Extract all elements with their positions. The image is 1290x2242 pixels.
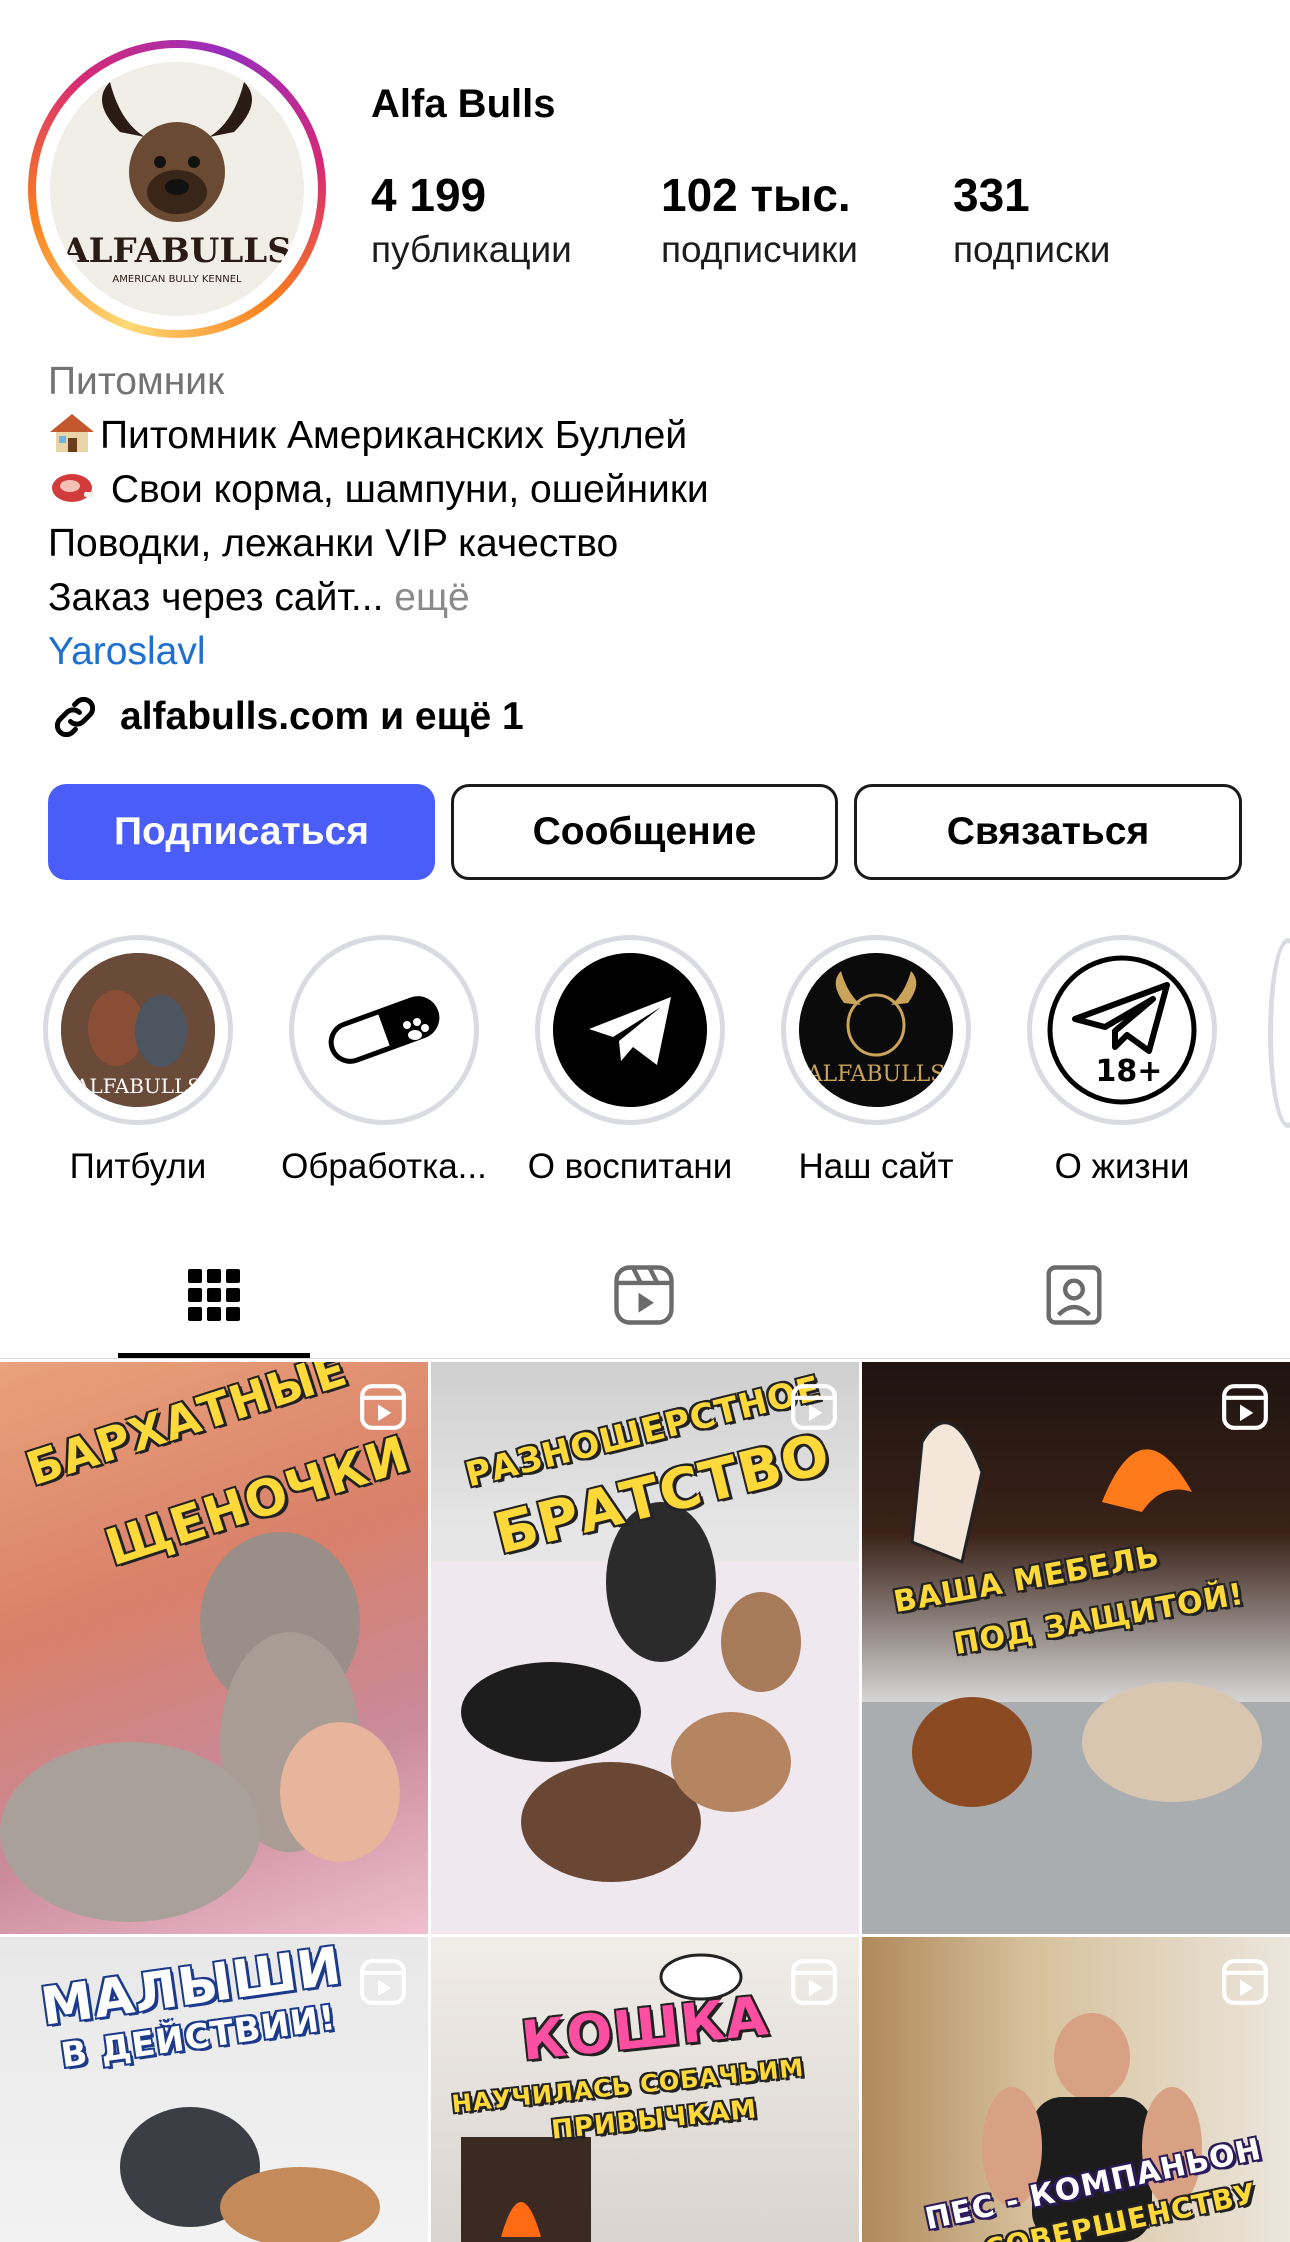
link-icon xyxy=(54,696,96,738)
message-button[interactable]: Сообщение xyxy=(451,784,838,880)
tab-divider xyxy=(0,1358,1290,1359)
contact-button[interactable]: Связаться xyxy=(854,784,1242,880)
grid-icon xyxy=(188,1269,240,1321)
telegram-18-icon: 18+ xyxy=(1047,955,1197,1105)
svg-text:ALFABULLS: ALFABULLS xyxy=(61,231,292,271)
profile-avatar[interactable]: ALFABULLS AMERICAN BULLY KENNEL xyxy=(28,40,326,338)
bio-line-4: Заказ через сайт... ещё xyxy=(48,576,470,619)
reel-icon xyxy=(360,1959,406,2005)
posts-count[interactable]: 4 199 публикации xyxy=(371,168,572,274)
reel-icon xyxy=(360,1384,406,1430)
following-count[interactable]: 331 подписки xyxy=(953,168,1110,274)
tab-tagged[interactable] xyxy=(1034,1255,1114,1335)
profile-bio: Питомник Питомник Американских Буллей Св… xyxy=(48,355,1248,679)
svg-text:AMERICAN BULLY KENNEL: AMERICAN BULLY KENNEL xyxy=(112,274,242,285)
highlight-upbringing[interactable]: О воспитани xyxy=(520,935,740,1187)
bio-line-2: Свои корма, шампуни, ошейники xyxy=(48,463,1248,517)
reel-icon xyxy=(1222,1384,1268,1430)
svg-text:ALFABULLS: ALFABULLS xyxy=(74,1074,201,1098)
highlight-pitbulls[interactable]: ALFABULLS Питбули xyxy=(28,935,248,1187)
house-icon xyxy=(50,414,94,452)
post-tile[interactable]: ПЕС - КОМПАНЬОН СОВЕРШЕНСТВУ xyxy=(862,1937,1290,2242)
reel-icon xyxy=(791,1384,837,1430)
profile-category: Питомник xyxy=(48,360,225,403)
highlight-partial[interactable] xyxy=(1268,938,1290,1128)
post-tile[interactable]: КОШКА НАУЧИЛАСЬ СОБАЧЬИМ ПРИВЫЧКАМ xyxy=(431,1937,859,2242)
meat-icon xyxy=(52,474,94,502)
highlight-website[interactable]: ALFABULLS Наш сайт xyxy=(766,935,986,1187)
reel-icon xyxy=(1222,1959,1268,2005)
logo: ALFABULLS xyxy=(799,953,953,1107)
post-tile[interactable]: МАЛЫШИ В ДЕЙСТВИИ! xyxy=(0,1937,428,2242)
highlight-treatment[interactable]: Обработка... xyxy=(274,935,494,1187)
external-link[interactable]: alfabulls.com и ещё 1 xyxy=(48,690,524,744)
follow-button[interactable]: Подписаться xyxy=(48,784,435,880)
bio-line-3: Поводки, лежанки VIP качество xyxy=(48,522,619,565)
post-tile[interactable]: ВАША МЕБЕЛЬ ПОД ЗАЩИТОЙ! xyxy=(862,1362,1290,1934)
reels-icon xyxy=(614,1265,674,1325)
dogs-photo: ALFABULLS xyxy=(61,953,215,1107)
post-image xyxy=(862,1421,1290,1934)
profile-name: Alfa Bulls xyxy=(371,82,556,126)
reel-icon xyxy=(791,1959,837,2005)
tab-reels[interactable] xyxy=(604,1255,684,1335)
post-tile[interactable]: БАРХАТНЫЕ ЩЕНОЧКИ xyxy=(0,1362,428,1934)
telegram-icon xyxy=(553,953,707,1107)
bio-line-1: Питомник Американских Буллей xyxy=(48,409,1248,463)
pill-paw-icon xyxy=(328,996,440,1064)
location-link[interactable]: Yaroslavl xyxy=(48,625,1248,679)
highlight-life[interactable]: 18+ О жизни xyxy=(1012,935,1232,1187)
post-tile[interactable]: РАЗНОШЕРСТНОЕ БРАТСТВО xyxy=(431,1362,859,1934)
followers-count[interactable]: 102 тыс. подписчики xyxy=(661,168,858,274)
bio-more-link[interactable]: ещё xyxy=(394,576,469,619)
svg-text:ALFABULLS: ALFABULLS xyxy=(806,1062,946,1087)
alfabulls-logo: ALFABULLS AMERICAN BULLY KENNEL xyxy=(50,62,304,316)
tab-grid[interactable] xyxy=(174,1255,254,1335)
svg-text:18+: 18+ xyxy=(1096,1054,1163,1089)
tagged-icon xyxy=(1046,1265,1102,1325)
